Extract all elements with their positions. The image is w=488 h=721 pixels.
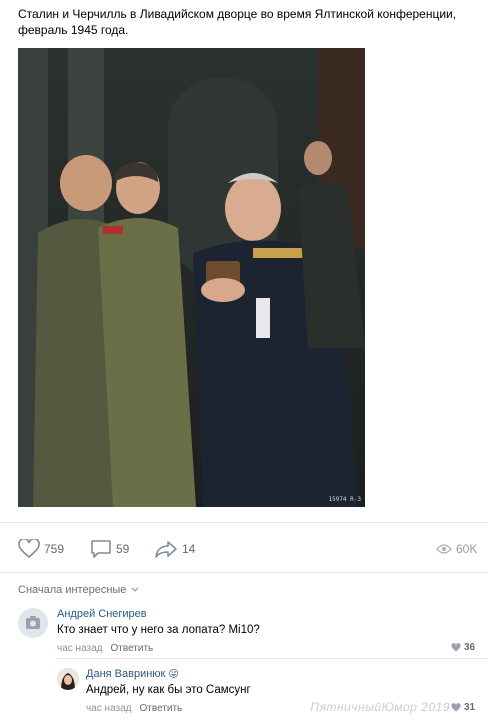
- share-icon: [155, 541, 177, 558]
- post-actions: 759 59 14 60K: [18, 538, 478, 560]
- author-emoji: 😜: [168, 669, 179, 680]
- shares-count: 14: [182, 542, 196, 556]
- comment-meta: час назад Ответить: [57, 643, 153, 654]
- share-button[interactable]: 14: [154, 538, 195, 560]
- divider: [0, 522, 488, 523]
- comment-like-button[interactable]: 31: [451, 702, 475, 713]
- chevron-down-icon: [131, 587, 139, 592]
- views-count: 60K: [456, 542, 478, 556]
- divider: [0, 572, 488, 573]
- comment-author[interactable]: Андрей Снегирев: [57, 608, 147, 620]
- post-caption: Сталин и Черчилль в Ливадийском дворце в…: [18, 7, 457, 37]
- heart-icon: [451, 643, 461, 652]
- likes-count: 759: [44, 542, 65, 556]
- eye-icon: [436, 544, 452, 554]
- comment-likes: 31: [464, 702, 476, 713]
- heart-icon: [451, 703, 461, 712]
- comments-count: 59: [116, 542, 130, 556]
- views-counter: 60K: [436, 538, 477, 560]
- comment-meta: час назад Ответить: [86, 703, 182, 714]
- sort-label: Сначала интересные: [18, 584, 127, 596]
- comment-author-name: Даня Вавринюк: [86, 668, 166, 680]
- user-photo-icon: [57, 668, 79, 690]
- comment-text: Кто знает что у него за лопата? Mi10?: [57, 624, 260, 636]
- comment-time[interactable]: час назад: [86, 703, 132, 714]
- divider: [57, 658, 488, 659]
- like-button[interactable]: 759: [18, 538, 64, 560]
- comments-sort-dropdown[interactable]: Сначала интересные: [18, 584, 140, 596]
- avatar[interactable]: [18, 608, 48, 638]
- comment-button[interactable]: 59: [90, 538, 129, 560]
- heart-icon: [18, 539, 40, 559]
- comment-like-button[interactable]: 36: [451, 642, 475, 653]
- reply-button[interactable]: Ответить: [140, 703, 183, 714]
- watermark: ПятничныйЮмор 2019: [310, 700, 450, 714]
- photo-illustration: [18, 48, 365, 507]
- avatar[interactable]: [57, 668, 79, 690]
- post-photo[interactable]: 15974 R-3: [18, 48, 365, 507]
- comment-author[interactable]: Даня Вавринюк 😜: [86, 668, 179, 680]
- reply-button[interactable]: Ответить: [111, 643, 154, 654]
- comment-text: Андрей, ну как бы это Самсунг: [86, 684, 251, 696]
- comment-time[interactable]: час назад: [57, 643, 103, 654]
- comment-icon: [91, 540, 111, 558]
- photo-stamp: 15974 R-3: [328, 496, 361, 503]
- camera-icon: [26, 616, 40, 629]
- comment-likes: 36: [464, 642, 476, 653]
